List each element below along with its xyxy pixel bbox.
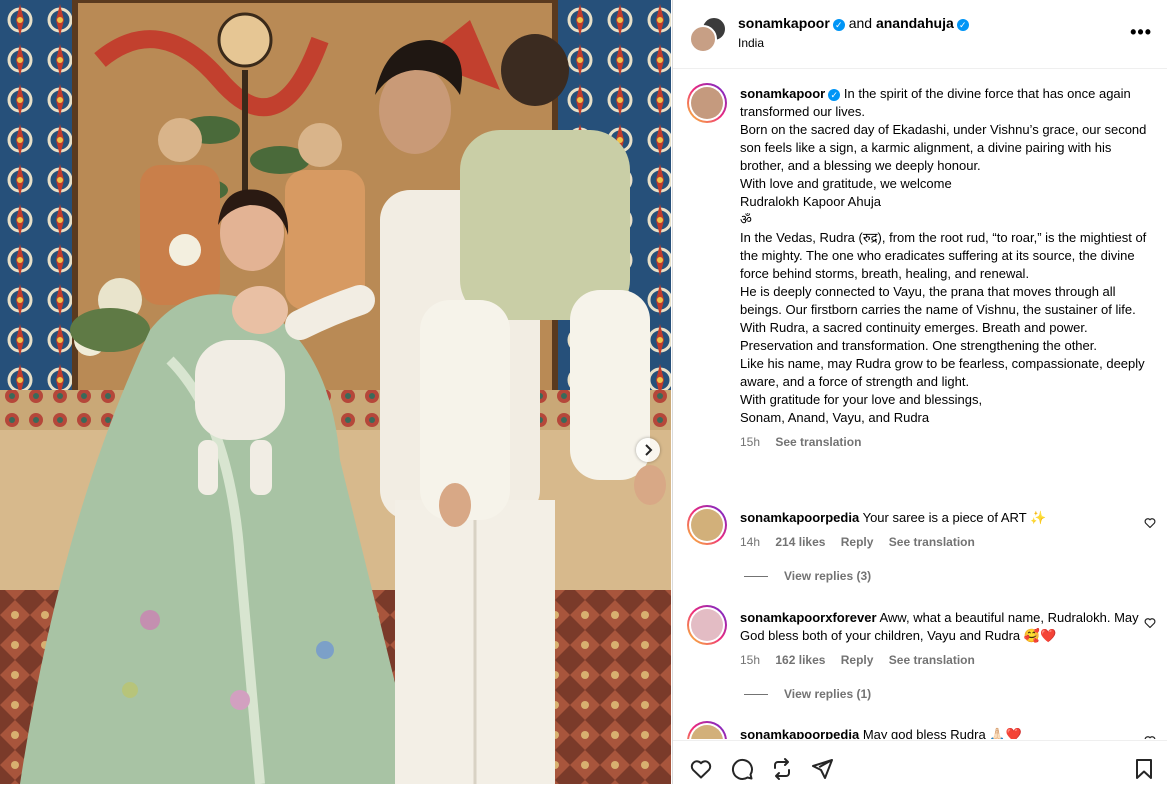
caption-line: ॐ [740,212,752,227]
timestamp[interactable]: 15h [740,435,760,449]
comment-icon[interactable] [730,757,754,781]
caption-line: He is deeply connected to Vayu, the pran… [740,284,1136,353]
collab-usernames: sonamkapoor ✓ and anandahuja ✓ [738,15,969,31]
caption-line: Born on the sacred day of Ekadashi, unde… [740,122,1147,173]
likes-count[interactable]: 162 likes [775,653,825,667]
view-replies-button[interactable]: View replies (1) [744,687,871,701]
divider-line [744,575,768,577]
username-link[interactable]: sonamkapoor [740,86,825,101]
family-photo-illustration [0,0,671,784]
avatar-image [691,609,723,641]
see-translation-link[interactable]: See translation [775,435,861,449]
comments-section[interactable]: sonamkapoor ✓ In the spirit of the divine… [673,69,1167,739]
post-action-bar [673,740,1167,785]
comment: sonamkapoorpedia May god bless Rudra 🙏🏻❤… [740,726,1140,739]
heart-icon[interactable] [689,757,713,781]
see-translation-link[interactable]: See translation [889,653,975,667]
collab-avatars[interactable] [689,16,727,53]
divider-line [744,693,768,695]
view-replies-button[interactable]: View replies (3) [744,569,871,583]
caption-line: Like his name, may Rudra grow to be fear… [740,356,1145,389]
comment: sonamkapoorpedia Your saree is a piece o… [740,509,1140,551]
username-link[interactable]: sonamkapoor [738,15,830,31]
caption-line: Rudralokh Kapoor Ahuja [740,194,881,209]
view-replies-label: View replies (1) [784,687,872,701]
caption-line: With gratitude for your love and blessin… [740,392,983,407]
comment-like-icon[interactable] [1144,735,1156,739]
timestamp[interactable]: 14h [740,535,760,549]
comment-meta: 15h 162 likes Reply See translation [740,651,1140,669]
caption-meta: 15h See translation [740,433,1150,451]
timestamp[interactable]: 15h [740,653,760,667]
post-photo[interactable] [0,0,671,784]
comment-text: Your saree is a piece of ART ✨ [862,510,1047,525]
avatar[interactable] [687,505,727,545]
likes-count[interactable]: 214 likes [775,535,825,549]
more-options-button[interactable]: ••• [1130,22,1152,43]
avatar-image [691,509,723,541]
comment: sonamkapoorxforever Aww, what a beautifu… [740,609,1140,669]
see-translation-link[interactable]: See translation [889,535,975,549]
reply-button[interactable]: Reply [841,535,874,549]
caption-line: With love and gratitude, we welcome [740,176,952,191]
avatar[interactable] [687,605,727,645]
username-link[interactable]: sonamkapoorpedia [740,510,859,525]
comment-like-icon[interactable] [1144,617,1156,629]
repost-icon[interactable] [770,757,794,781]
bookmark-icon[interactable] [1132,757,1156,781]
comment-meta: 14h 214 likes Reply See translation [740,533,1140,551]
reply-button[interactable]: Reply [841,653,874,667]
username-link[interactable]: anandahuja [876,15,954,31]
comment-text: May god bless Rudra 🙏🏻❤️ [862,727,1022,739]
chevron-right-icon [645,444,653,456]
verified-icon: ✓ [828,89,841,101]
avatar[interactable] [687,83,727,123]
share-icon[interactable] [810,757,834,781]
caption-line: sonamkapoor ✓ In the spirit of the divine… [740,85,1150,121]
verified-icon: ✓ [956,19,969,31]
avatar[interactable] [689,25,717,53]
view-replies-label: View replies (3) [784,569,872,583]
post-caption: sonamkapoor ✓ In the spirit of the divine… [740,85,1150,451]
carousel-next-button[interactable] [636,438,660,462]
post-header: sonamkapoor ✓ and anandahuja ✓ India ••• [673,0,1167,69]
and-text: and [848,15,873,31]
comment-like-icon[interactable] [1144,517,1156,529]
username-link[interactable]: sonamkapoorpedia [740,727,859,739]
avatar[interactable] [687,721,727,739]
username-link[interactable]: sonamkapoorxforever [740,610,877,625]
caption-line: Sonam, Anand, Vayu, and Rudra [740,410,930,425]
caption-line: In the Vedas, Rudra (रुद्र), from the ro… [740,230,1147,281]
avatar-image [691,87,723,119]
post-detail-panel: sonamkapoor ✓ and anandahuja ✓ India ••• s… [672,0,1167,785]
verified-icon: ✓ [832,19,845,31]
location-link[interactable]: India [738,36,764,50]
